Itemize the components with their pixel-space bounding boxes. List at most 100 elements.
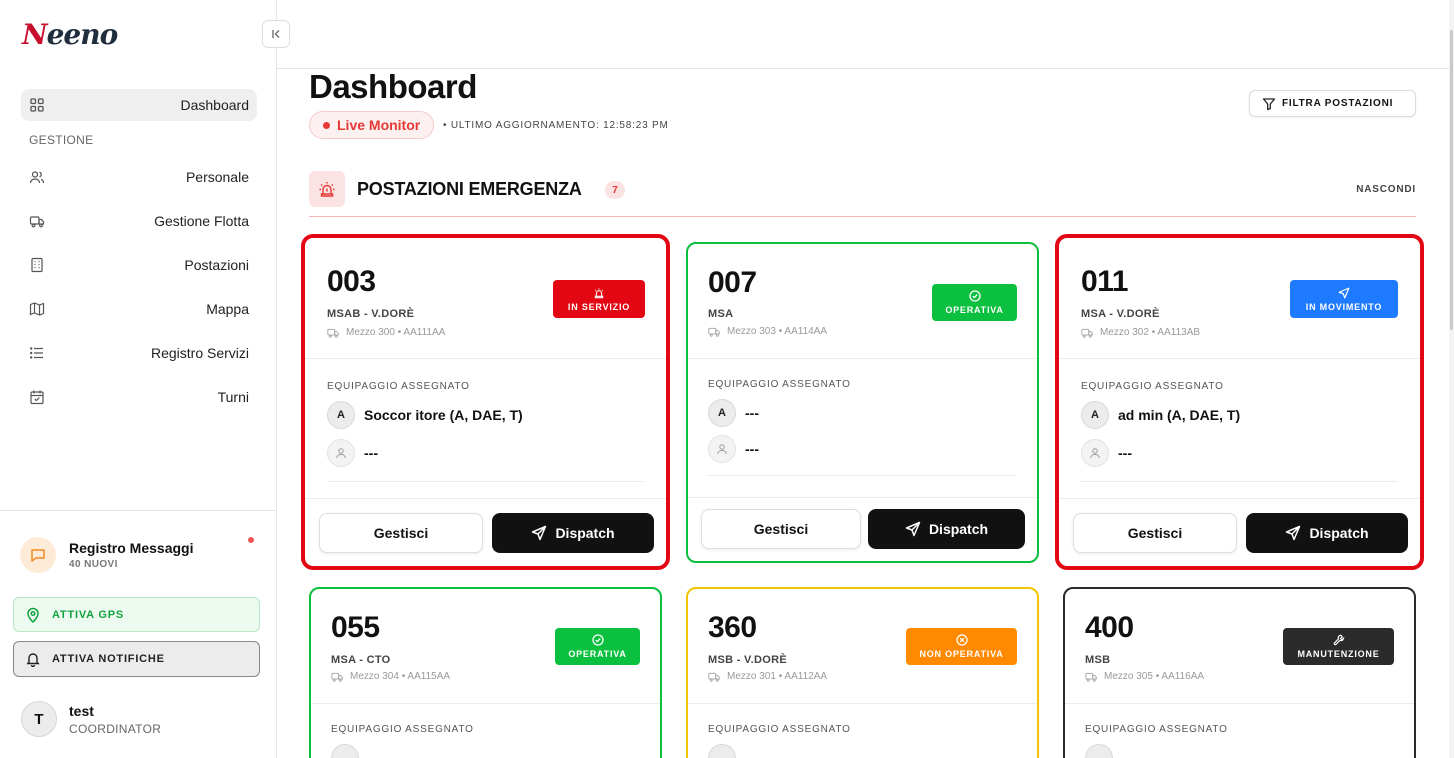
filter-stations-button[interactable]: FILTRA POSTAZIONI (1249, 90, 1416, 117)
bell-icon (26, 653, 40, 667)
vehicle-info: Mezzo 301 • AA112AA (708, 671, 827, 682)
dispatch-label: Dispatch (928, 521, 989, 537)
vehicle-info: Mezzo 300 • AA111AA (327, 327, 445, 338)
vehicle-info: Mezzo 305 • AA116AA (1085, 671, 1204, 682)
section-title: POSTAZIONI EMERGENZA (357, 179, 582, 199)
crew-name: --- (745, 405, 759, 421)
dispatch-label: Dispatch (1309, 525, 1369, 541)
check-circle-icon (968, 290, 981, 302)
vehicle-text: Mezzo 302 • AA113AB (1100, 327, 1201, 338)
sidebar-item-label: Turni (217, 389, 249, 405)
sidebar-footer: Registro Messaggi 40 NUOVI ATTIVA GPS AT… (0, 510, 276, 737)
sidebar-item-label: Registro Servizi (150, 345, 249, 361)
crew-name: ad min (A, DAE, T) (1118, 407, 1241, 423)
card-divider (305, 498, 666, 499)
send-icon (1286, 525, 1301, 541)
wrench-icon (1333, 634, 1344, 646)
manage-button[interactable]: Gestisci (701, 509, 861, 549)
nav-section-label: GESTIONE (29, 133, 94, 147)
status-badge: IN MOVIMENTO (1290, 280, 1398, 318)
crew-avatar: A (708, 399, 736, 427)
vehicle-text: Mezzo 305 • AA116AA (1104, 671, 1205, 682)
truck-icon (1085, 672, 1097, 682)
vehicle-info: Mezzo 304 • AA115AA (331, 671, 450, 682)
vehicle-text: Mezzo 301 • AA112AA (727, 671, 828, 682)
crew-name: --- (745, 441, 759, 457)
manage-button[interactable]: Gestisci (319, 513, 483, 553)
page-title: Dashboard (309, 68, 477, 105)
truck-icon (29, 216, 45, 228)
crew-divider (708, 475, 1017, 476)
sidebar-item-mappa[interactable]: Mappa (21, 293, 257, 325)
crew-member (708, 744, 736, 758)
user-profile[interactable]: T test COORDINATOR (21, 701, 261, 741)
dispatch-button[interactable]: Dispatch (1246, 513, 1408, 553)
manage-button[interactable]: Gestisci (1073, 513, 1237, 553)
section-count-badge: 7 (605, 181, 625, 199)
card-divider (1065, 703, 1414, 704)
sidebar-item-gestione-flotta[interactable]: Gestione Flotta (21, 205, 257, 237)
crew-label: EQUIPAGGIO ASSEGNATO (708, 724, 851, 735)
status-badge: MANUTENZIONE (1283, 628, 1394, 665)
map-icon (29, 302, 45, 316)
sidebar-item-dashboard[interactable]: Dashboard (21, 89, 257, 121)
collapse-sidebar-button[interactable] (262, 20, 290, 48)
vehicle-info: Mezzo 302 • AA113AB (1081, 327, 1200, 338)
sidebar-item-postazioni[interactable]: Postazioni (21, 249, 257, 281)
sidebar-item-registro-servizi[interactable]: Registro Servizi (21, 337, 257, 369)
station-type: MSAB - V.DORÈ (327, 308, 415, 320)
station-card: 003 MSAB - V.DORÈ Mezzo 300 • AA111AA IN… (301, 234, 670, 570)
list-icon (30, 347, 43, 359)
sidebar-nav: Dashboard GESTIONE Personale Gestione Fl… (21, 89, 257, 425)
station-card: 055 MSA - CTO Mezzo 304 • AA115AA OPERAT… (309, 587, 662, 758)
notifications-button-label: ATTIVA NOTIFICHE (52, 653, 165, 665)
dispatch-button[interactable]: Dispatch (492, 513, 654, 553)
activate-gps-button[interactable]: ATTIVA GPS (13, 597, 260, 632)
crew-divider (327, 481, 644, 482)
app-logo[interactable]: Neeno (22, 18, 118, 51)
emergency-stations-header: POSTAZIONI EMERGENZA 7 NASCONDI (309, 171, 1416, 217)
dispatch-button[interactable]: Dispatch (868, 509, 1025, 549)
crew-avatar: A (327, 401, 355, 429)
page-scrollbar[interactable] (1449, 0, 1454, 758)
sidebar-item-label: Dashboard (180, 97, 250, 113)
map-pin-icon (27, 607, 39, 623)
siren-icon (594, 287, 604, 298)
dispatch-label: Dispatch (555, 525, 615, 541)
sidebar-item-personale[interactable]: Personale (21, 161, 257, 193)
crew-name: --- (1118, 445, 1132, 461)
station-type: MSA - V.DORÈ (1081, 308, 1160, 320)
station-card: 011 MSA - V.DORÈ Mezzo 302 • AA113AB IN … (1055, 234, 1424, 570)
users-icon (29, 171, 45, 184)
crew-name: --- (364, 445, 378, 461)
vehicle-text: Mezzo 303 • AA114AA (727, 326, 828, 337)
message-icon (20, 537, 56, 573)
messages-panel[interactable]: Registro Messaggi 40 NUOVI (20, 537, 260, 577)
station-code: 360 (708, 611, 757, 644)
x-circle-icon (955, 634, 968, 646)
truck-icon (708, 327, 720, 337)
chevron-left-bar-icon (272, 30, 280, 38)
crew-avatar (1085, 744, 1113, 758)
activate-notifications-button[interactable]: ATTIVA NOTIFICHE (13, 641, 260, 677)
send-icon (532, 525, 547, 541)
station-code: 055 (331, 611, 380, 644)
crew-member (1085, 744, 1113, 758)
crew-label: EQUIPAGGIO ASSEGNATO (331, 724, 474, 735)
station-card: 360 MSB - V.DORÈ Mezzo 301 • AA112AA NON… (686, 587, 1039, 758)
scrollbar-thumb[interactable] (1450, 30, 1453, 330)
status-label: IN MOVIMENTO (1305, 301, 1383, 312)
navigation-icon (1338, 287, 1350, 298)
live-monitor-badge: Live Monitor (309, 111, 434, 139)
sidebar-item-label: Personale (185, 169, 249, 185)
station-type: MSA - CTO (331, 654, 391, 666)
sidebar-item-turni[interactable]: Turni (21, 381, 257, 413)
card-divider (1059, 498, 1420, 499)
filter-button-label: FILTRA POSTAZIONI (1282, 98, 1394, 109)
crew-label: EQUIPAGGIO ASSEGNATO (327, 381, 470, 392)
status-badge: IN SERVIZIO (553, 280, 645, 318)
station-type: MSB - V.DORÈ (708, 654, 787, 666)
station-card: 007 MSA Mezzo 303 • AA114AA OPERATIVA EQ… (686, 242, 1039, 563)
hide-section-button[interactable]: NASCONDI (1356, 184, 1416, 195)
crew-name: Soccor itore (A, DAE, T) (364, 407, 523, 423)
